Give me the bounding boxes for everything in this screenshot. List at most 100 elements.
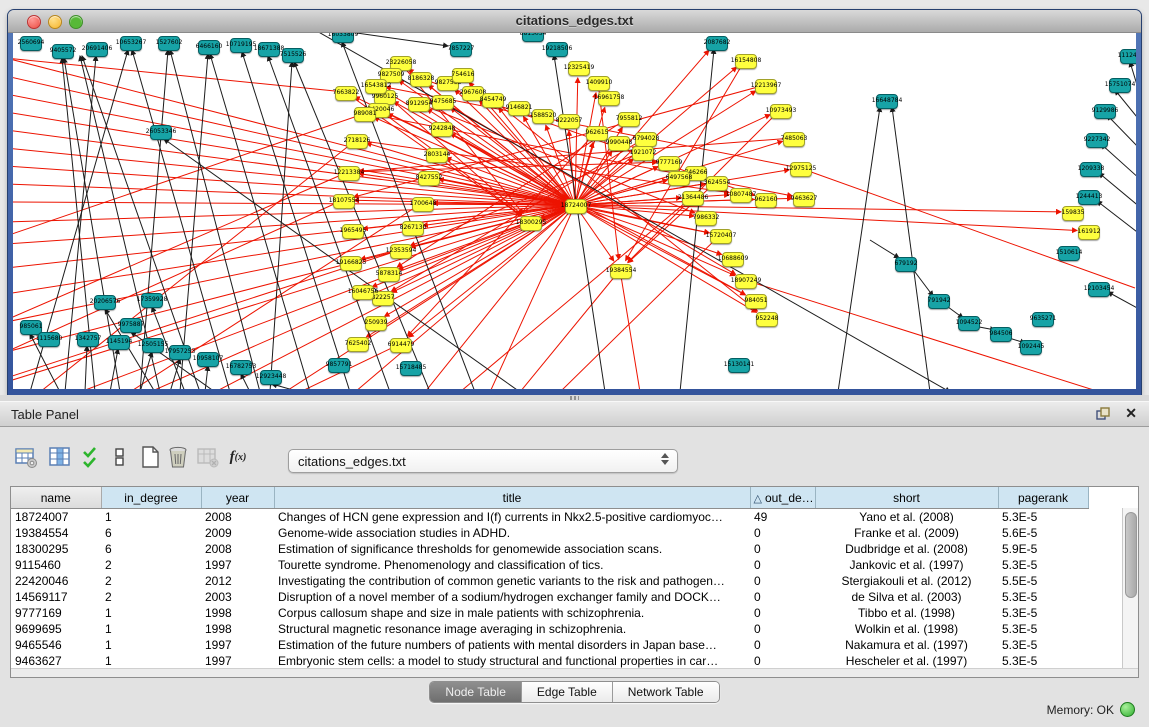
graph-node[interactable]: 8912954 (408, 97, 430, 112)
table-row[interactable]: 911546021997Tourette syndrome. Phenomeno… (11, 557, 1088, 573)
table-row[interactable]: 2242004622012Investigating the contribut… (11, 573, 1088, 589)
graph-node[interactable]: 10653267 (120, 36, 142, 51)
graph-node[interactable]: 16543812 (365, 79, 387, 94)
graph-node[interactable]: 9857791 (328, 358, 350, 373)
graph-node[interactable]: 7986332 (695, 211, 717, 226)
graph-node[interactable]: 9146821 (508, 101, 530, 116)
graph-node[interactable]: 1209338 (1080, 162, 1102, 177)
tab-network-table[interactable]: Network Table (612, 682, 719, 702)
graph-node[interactable]: 8222057 (558, 114, 580, 129)
graph-node[interactable]: 12213384 (338, 166, 360, 181)
graph-node[interactable]: 8427552 (418, 171, 440, 186)
graph-node[interactable]: 9227342 (1086, 133, 1108, 148)
graph-node[interactable]: 1092445 (1020, 340, 1042, 355)
graph-node[interactable]: 791942 (928, 294, 950, 309)
function-builder-icon[interactable]: f(x) (224, 443, 252, 471)
select-checkmarks-icon[interactable] (78, 443, 106, 471)
column-header-year[interactable]: year (201, 487, 274, 509)
graph-node[interactable]: 1700648 (412, 197, 434, 212)
graph-node[interactable]: 250939 (365, 316, 387, 331)
graph-node[interactable]: 8454749 (482, 93, 504, 108)
graph-node[interactable]: 984506 (990, 327, 1012, 342)
graph-node[interactable]: 10807487 (730, 188, 752, 203)
graph-node[interactable]: 12103454 (1088, 282, 1110, 297)
network-window[interactable]: citations_edges.txt 18724007256069494055… (8, 10, 1141, 395)
graph-node[interactable]: 19218506 (546, 42, 568, 57)
graph-node[interactable]: 20206576 (94, 295, 116, 310)
graph-node[interactable]: 10688609 (722, 252, 744, 267)
table-row[interactable]: 946554611997Estimation of the future num… (11, 637, 1088, 653)
graph-node[interactable]: 6497568 (668, 171, 690, 186)
graph-node[interactable]: 6914479 (390, 338, 412, 353)
graph-node[interactable]: 15130141 (728, 358, 750, 373)
graph-node[interactable]: 1112404 (1120, 49, 1136, 64)
table-row[interactable]: 969969511998Structural magnetic resonanc… (11, 621, 1088, 637)
new-table-icon[interactable] (136, 443, 164, 471)
graph-node[interactable]: 26053346 (150, 125, 172, 140)
graph-node[interactable]: 1409910 (588, 76, 610, 91)
graph-node[interactable]: 18724007 (565, 199, 587, 214)
graph-node[interactable]: 12353594 (390, 244, 412, 259)
graph-node[interactable]: 10958107 (197, 352, 219, 367)
graph-node[interactable]: 15751074 (1109, 78, 1131, 93)
graph-node[interactable]: 1921072 (632, 146, 654, 161)
float-panel-icon[interactable] (1095, 406, 1111, 422)
graph-node[interactable]: 17359928 (141, 293, 163, 308)
table-settings-icon[interactable] (12, 443, 40, 471)
graph-node[interactable]: 1588520 (532, 109, 554, 124)
graph-node[interactable]: 9463627 (793, 192, 815, 207)
graph-node[interactable]: 18300295 (520, 216, 542, 231)
table-row[interactable]: 1938455462009Genome-wide association stu… (11, 525, 1088, 541)
graph-node[interactable]: 2087682 (706, 36, 728, 51)
graph-node[interactable]: 6466160 (198, 40, 220, 55)
graph-node[interactable]: 9242848 (431, 122, 453, 137)
table-row[interactable]: 946362711997Embryonic stem cells: a mode… (11, 653, 1088, 669)
graph-node[interactable]: 962160 (755, 193, 777, 208)
column-header-in_degree[interactable]: in_degree (101, 487, 201, 509)
graph-node[interactable]: 7515526 (282, 48, 304, 63)
table-row[interactable]: 977716911998Corpus callosum shape and si… (11, 605, 1088, 621)
graph-node[interactable]: 18671388 (258, 42, 280, 57)
graph-node[interactable]: 9635271 (1032, 312, 1054, 327)
graph-node[interactable]: 1145194 (108, 335, 130, 350)
graph-node[interactable]: 18107554 (333, 194, 355, 209)
graph-node[interactable]: 7625402 (347, 337, 369, 352)
graph-node[interactable]: 679192 (895, 257, 917, 272)
scrollbar-thumb[interactable] (1125, 512, 1137, 598)
graph-node[interactable]: 19384554 (610, 264, 632, 279)
graph-node[interactable]: 12923448 (260, 370, 282, 385)
graph-node[interactable]: 16782753 (230, 360, 252, 375)
table-row[interactable]: 1872400712008Changes of HCN gene express… (11, 509, 1088, 526)
graph-node[interactable]: 952248 (756, 312, 778, 327)
graph-node[interactable]: 1510614 (1058, 246, 1080, 261)
graph-node[interactable]: 6794028 (635, 132, 657, 147)
graph-node[interactable]: 3624554 (706, 176, 728, 191)
graph-node[interactable]: 1115680 (38, 332, 60, 347)
horizontal-scrollbar[interactable] (11, 668, 1138, 677)
graph-node[interactable]: 12325419 (568, 61, 590, 76)
graph-node[interactable]: 9129986 (1094, 104, 1116, 119)
graph-node[interactable]: 12505155 (142, 338, 164, 353)
graph-node[interactable]: 10719195 (230, 38, 252, 53)
graph-node[interactable]: 19166825 (340, 256, 362, 271)
column-header-out_de[interactable]: △out_de… (750, 487, 815, 509)
graph-node[interactable]: 16648784 (876, 94, 898, 109)
attribute-table[interactable]: namein_degreeyeartitle△out_de…shortpager… (10, 486, 1139, 678)
table-selector-dropdown[interactable]: citations_edges.txt (288, 449, 678, 473)
graph-node[interactable]: 16961758 (598, 91, 620, 106)
table-row[interactable]: 1830029562008Estimation of significance … (11, 541, 1088, 557)
graph-node[interactable]: 16046756 (352, 285, 374, 300)
graph-node[interactable]: 9777169 (658, 156, 680, 171)
graph-node[interactable]: 9990448 (608, 136, 630, 151)
graph-node[interactable]: 15718485 (400, 361, 422, 376)
column-header-pagerank[interactable]: pagerank (998, 487, 1088, 509)
graph-node[interactable]: 8813054 (522, 33, 544, 42)
graph-node[interactable]: 7663822 (335, 86, 357, 101)
graph-node[interactable]: 15720407 (710, 229, 732, 244)
graph-node[interactable]: 989081 (354, 107, 376, 122)
graph-node[interactable]: 9475685 (432, 95, 454, 110)
tab-edge-table[interactable]: Edge Table (521, 682, 612, 702)
graph-node[interactable]: 10973493 (770, 104, 792, 119)
column-header-short[interactable]: short (815, 487, 998, 509)
show-columns-icon[interactable] (46, 443, 74, 471)
